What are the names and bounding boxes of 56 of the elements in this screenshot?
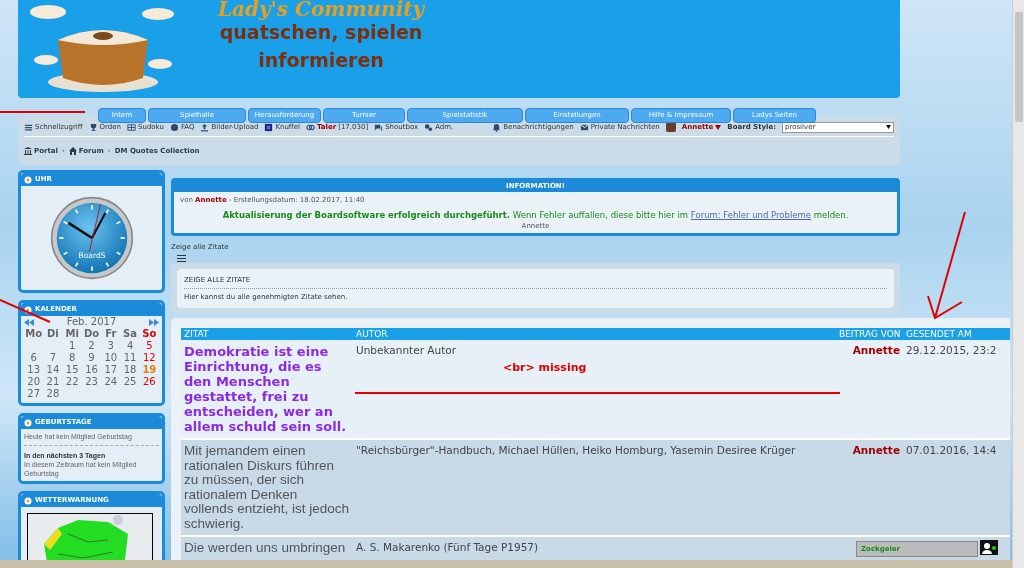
calendar-day[interactable]: 4 [120, 340, 140, 352]
calendar-day[interactable]: 20 [24, 376, 44, 388]
author-cell-text: Unbekannter Autor [355, 344, 458, 358]
weekday: Mi [64, 328, 80, 340]
calendar-day[interactable]: 25 [120, 376, 140, 388]
calendar-day[interactable]: 1 [62, 340, 82, 352]
calendar-day[interactable]: 6 [24, 352, 44, 364]
calendar-day[interactable]: 24 [101, 376, 121, 388]
calendar-day[interactable]: 28 [43, 388, 63, 400]
date-cell-text: 07.01.2016, 14:4 [905, 444, 998, 458]
weekday: Sa [122, 328, 139, 340]
calendar-day[interactable]: 21 [43, 376, 63, 388]
calendar-day[interactable]: 26 [139, 376, 159, 388]
quote-cell-text: Mit jemandem einen rationalen Diskurs führen zu müssen, der sich rationalem Denken vollends entzieht, ist jedoch schwierig. [183, 444, 351, 532]
weekday: Do [82, 328, 101, 340]
column-header: ZITAT [183, 328, 210, 342]
calendar-day[interactable]: 10 [101, 352, 121, 364]
forum-link[interactable]: Forum: Fehler und Probleme [690, 209, 812, 220]
calendar-day[interactable]: 9 [81, 352, 102, 364]
weekday: Mo [24, 328, 44, 340]
calendar-day[interactable]: 15 [62, 364, 82, 376]
calendar-day[interactable]: 11 [120, 352, 140, 364]
clock-brand: BoardS [78, 251, 105, 261]
quote-cell-text: Die werden uns umbringen [183, 541, 347, 556]
calendar-day[interactable]: 3 [101, 340, 121, 352]
calendar-day[interactable]: 23 [81, 376, 102, 388]
calendar-day[interactable]: 18 [120, 364, 140, 376]
column-header: BEITRAG VON [838, 328, 902, 342]
slogan: informieren [258, 48, 384, 73]
calendar-day[interactable]: 5 [139, 340, 159, 352]
calendar-day[interactable]: 27 [24, 388, 44, 400]
weekday: Fr [104, 328, 118, 340]
weekday: Di [46, 328, 60, 340]
annotation-note: <br> missing [503, 360, 587, 376]
author-cell-text: "Reichsbürger"-Handbuch, Michael Hüllen, Heiko Homburg, Yasemin Desiree Krüger [355, 444, 797, 458]
calendar-day[interactable]: 14 [43, 364, 63, 376]
calendar-day[interactable]: 7 [43, 352, 63, 364]
calendar-day[interactable]: 13 [24, 364, 44, 376]
calendar-day[interactable]: 2 [81, 340, 102, 352]
calendar-month: Feb. 2017 [66, 316, 117, 328]
calendar-day[interactable]: 8 [62, 352, 82, 364]
calendar-day[interactable]: 12 [139, 352, 159, 364]
poster-link[interactable]: Annette [849, 344, 903, 358]
info-message: Aktualisierung der Boardsoftware erfolgreich durchgeführt. Wenn Fehler auffallen, diese bitte hier im Forum: Fehler und Probleme melden. [221, 208, 850, 222]
calendar-day[interactable]: 17 [101, 364, 121, 376]
calendar-day[interactable]: 16 [81, 364, 102, 376]
column-header: AUTOR [355, 328, 389, 342]
weekday: So [141, 328, 158, 340]
calendar-day[interactable]: 22 [62, 376, 82, 388]
poster-link[interactable]: Annette [849, 444, 903, 458]
author-cell-text: A. S. Makarenko (Fünf Tage P1957) [355, 541, 540, 555]
date-cell-text: 29.12.2015, 23:2 [905, 344, 998, 358]
site-title: Lady's Community [218, 0, 425, 18]
quote-cell-text: Demokratie ist eine Einrichtung, die es den Menschen gestattet, frei zu entscheiden, wer an allem schuld sein soll. [183, 344, 348, 435]
slogan: quatschen, spielen [219, 20, 423, 45]
column-header: GESENDET AM [905, 328, 973, 342]
